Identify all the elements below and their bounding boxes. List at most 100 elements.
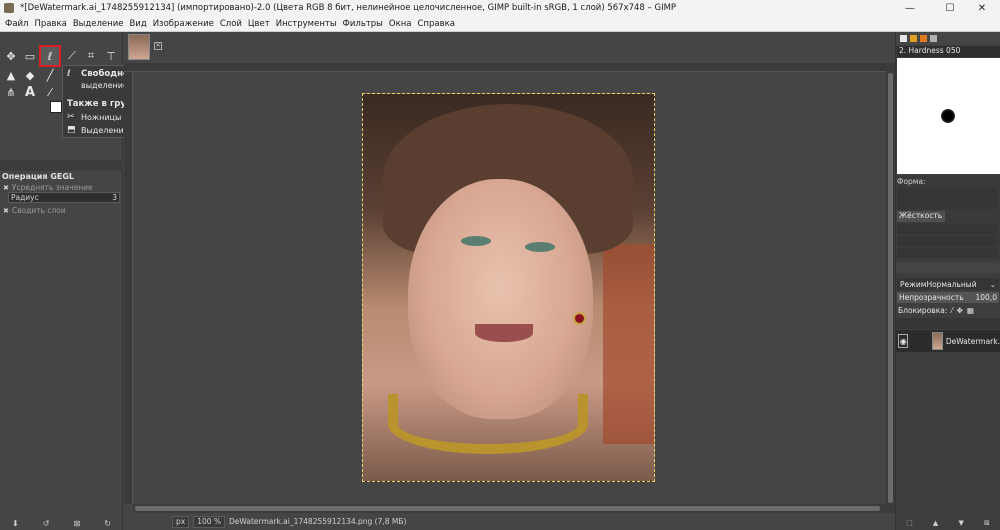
minimize-button[interactable]: — (892, 0, 928, 16)
radius-field[interactable]: Радиус 3 (8, 192, 120, 203)
window-title: *[DeWatermark.ai_1748255912134] (импорти… (20, 3, 677, 13)
smooth-checkbox[interactable]: ✖ Усреднять значение (3, 183, 93, 192)
delete-layer-icon[interactable]: ⊠ (984, 519, 990, 530)
color-picker-tool-icon[interactable]: ⁄ (41, 83, 59, 101)
opacity-label: Непрозрачность (899, 293, 964, 302)
layers-bottom-bar: ⬚ ▲ ▼ ⊠ (896, 519, 1000, 530)
vertical-scrollbar[interactable] (886, 63, 895, 513)
layer-thumbnail (932, 332, 943, 350)
menu-view[interactable]: Вид (129, 19, 146, 29)
new-layer-icon[interactable]: ⬚ (906, 519, 913, 530)
lock-pixels-icon[interactable]: ⁄ (951, 306, 952, 315)
layer-mode-select[interactable]: Режим Нормальный ⌄ (897, 278, 999, 290)
radius-label: Радиус (11, 193, 39, 202)
layers-dock-tabs[interactable] (896, 263, 1000, 273)
hardness-slider[interactable]: Жёсткость (897, 211, 945, 222)
text-tool-icon[interactable]: A (21, 83, 39, 101)
tool-options-title: Операция GEGL (2, 172, 75, 181)
photo-necklace (388, 394, 588, 454)
save-options-icon[interactable]: ⬇ (12, 519, 19, 528)
photo-face (408, 179, 593, 419)
reset-options-icon[interactable]: ↻ (104, 519, 111, 528)
chevron-down-icon: ⌄ (989, 279, 996, 289)
layer-name[interactable]: DeWatermark. (946, 337, 1000, 346)
foreground-select-icon: ⬒ (67, 125, 76, 135)
title-bar: *[DeWatermark.ai_1748255912134] (импорти… (0, 0, 1000, 16)
brushes-tab-icon[interactable] (900, 35, 907, 42)
zoom-select[interactable]: 100 % (193, 515, 226, 528)
lock-alpha-icon[interactable]: ▦ (967, 306, 974, 315)
brush-spacing-slider[interactable] (897, 248, 997, 258)
menu-layer[interactable]: Слой (220, 19, 242, 29)
bucket-fill-tool-icon[interactable]: ◆ (21, 66, 39, 84)
text-transform-tool-icon[interactable]: ⊤ (102, 47, 120, 65)
tool-options-tabs[interactable] (0, 160, 123, 171)
maximize-button[interactable]: ☐ (932, 0, 968, 16)
brush-preview[interactable] (897, 58, 1000, 174)
image-canvas[interactable] (362, 93, 655, 482)
menu-filters[interactable]: Фильтры (343, 19, 383, 29)
file-info: DeWatermark.ai_1748255912134.png (7,8 МБ… (229, 517, 407, 526)
measure-tool-icon[interactable]: ⟋ (63, 47, 81, 65)
paintbrush-tool-icon[interactable]: ╱ (41, 66, 59, 84)
menu-file[interactable]: Файл (5, 19, 28, 29)
document-history-tab-icon[interactable] (930, 35, 937, 42)
rect-select-tool-icon[interactable]: ▭ (21, 47, 39, 65)
brush-radius-slider[interactable] (897, 188, 997, 198)
lock-row: Блокировка: ⁄ ✥ ▦ (897, 305, 999, 316)
photo-mouth (475, 324, 533, 342)
image-tab-bar (124, 33, 894, 63)
menu-select[interactable]: Выделение (73, 19, 124, 29)
menu-tools[interactable]: Инструменты (276, 19, 337, 29)
radius-value: 3 (112, 193, 117, 202)
warp-tool-icon[interactable]: ▲ (2, 66, 20, 84)
shape-label: Форма: (897, 177, 926, 186)
layers-list (896, 352, 1000, 517)
patterns-tab-icon[interactable] (910, 35, 917, 42)
merge-label: Сводить слои (11, 206, 66, 215)
lock-position-icon[interactable]: ✥ (957, 306, 963, 315)
opacity-value: 100,0 (975, 293, 997, 302)
menu-help[interactable]: Справка (417, 19, 454, 29)
brush-angle-slider[interactable] (897, 236, 997, 246)
crop-tool-icon[interactable]: ⌗ (82, 47, 100, 65)
brush-name: 2. Hardness 050 (897, 46, 1000, 57)
menu-windows[interactable]: Окна (389, 19, 412, 29)
brush-dock-tabs (896, 33, 1000, 45)
brush-spikes-slider[interactable] (897, 199, 997, 209)
status-bar: px 100 % DeWatermark.ai_1748255912134.pn… (124, 513, 894, 530)
delete-options-icon[interactable]: ⊠ (74, 519, 81, 528)
scissors-icon: ✂ (67, 112, 75, 122)
brush-aspect-slider[interactable] (897, 224, 997, 234)
menu-image[interactable]: Изображение (153, 19, 214, 29)
merge-checkbox[interactable]: ✖ Сводить слои (3, 206, 66, 215)
lasso-icon: ℓ (67, 69, 71, 79)
image-tab-thumbnail[interactable] (128, 34, 150, 60)
free-select-tool-icon[interactable]: ℓ (39, 45, 61, 67)
lock-label: Блокировка: (898, 306, 948, 315)
horizontal-scroll-thumb[interactable] (135, 506, 880, 511)
menu-edit[interactable]: Правка (34, 19, 66, 29)
close-image-tab-icon[interactable]: ✕ (154, 42, 162, 50)
visibility-eye-icon[interactable]: ◉ (898, 334, 909, 348)
menu-colors[interactable]: Цвет (248, 19, 270, 29)
move-tool-icon[interactable]: ✥ (2, 47, 20, 65)
fonts-tab-icon[interactable] (920, 35, 927, 42)
checkbox-mark-icon: ✖ (3, 206, 9, 215)
layer-opacity-slider[interactable]: Непрозрачность 100,0 (897, 292, 999, 303)
layer-mode-value: Нормальный (926, 279, 977, 289)
layer-row[interactable]: ◉ DeWatermark. (896, 330, 1000, 352)
close-button[interactable]: ✕ (964, 0, 1000, 16)
horizontal-scrollbar[interactable] (133, 504, 886, 513)
raise-layer-icon[interactable]: ▲ (933, 519, 938, 530)
layer-mode-label: Режим (900, 279, 927, 289)
unit-select[interactable]: px (172, 515, 190, 528)
restore-options-icon[interactable]: ↺ (43, 519, 50, 528)
photo-eye-left (461, 236, 491, 246)
vertical-scroll-thumb[interactable] (888, 73, 893, 503)
paths-tool-icon[interactable]: ⋔ (2, 83, 20, 101)
lower-layer-icon[interactable]: ▼ (958, 519, 963, 530)
foreground-color-swatch[interactable] (50, 101, 62, 113)
photo-earring (573, 312, 586, 325)
gimp-app-icon (4, 3, 14, 13)
